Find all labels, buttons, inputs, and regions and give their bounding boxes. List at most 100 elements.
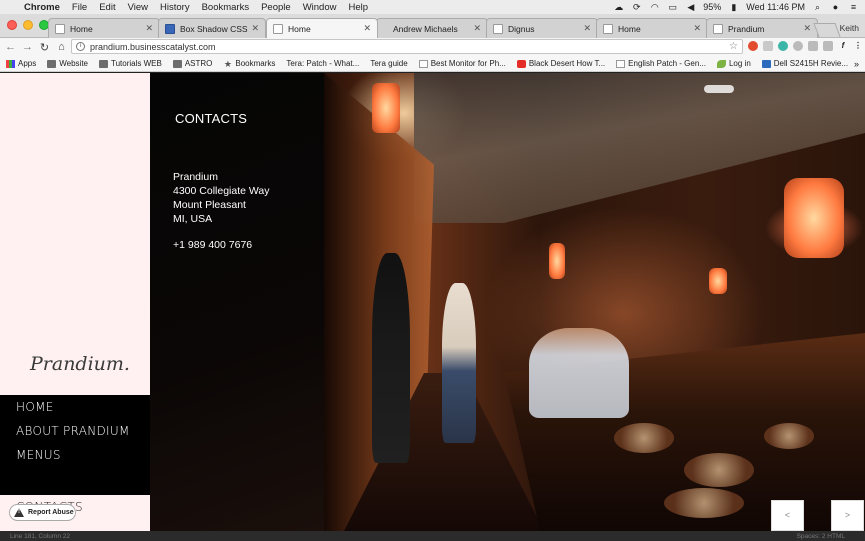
volume-icon[interactable]: ◀ (685, 2, 696, 12)
bookmark-black-desert[interactable]: Black Desert How T... (511, 59, 610, 68)
menu-window[interactable]: Window (297, 2, 343, 13)
photo-dish (614, 423, 674, 453)
close-window-button[interactable] (7, 20, 17, 30)
photo-light (709, 268, 727, 294)
menu-app-name[interactable]: Chrome (18, 2, 66, 13)
tab-box-shadow[interactable]: Box Shadow CSS Gen ✕ (158, 18, 266, 38)
menu-bookmarks[interactable]: Bookmarks (196, 2, 256, 13)
close-tab-icon[interactable]: ✕ (473, 23, 481, 34)
box-extension-icon[interactable] (823, 41, 833, 51)
tab-home-1[interactable]: Home ✕ (48, 18, 160, 38)
home-icon[interactable]: ⌂ (55, 41, 68, 53)
bookmark-label: Black Desert How T... (528, 59, 606, 68)
city: Mount Pleasant (173, 199, 246, 211)
bookmark-dell-review[interactable]: Dell S2415H Revie... (756, 59, 853, 68)
close-tab-icon[interactable]: ✕ (803, 23, 811, 34)
page-favicon (493, 23, 503, 34)
macos-menu-bar: Chrome File Edit View History Bookmarks … (0, 0, 865, 14)
bookmark-english-patch[interactable]: English Patch - Gen... (610, 59, 711, 68)
bookmark-best-monitor[interactable]: Best Monitor for Ph... (413, 59, 511, 68)
star-icon: ★ (223, 58, 232, 69)
new-tab-button[interactable] (813, 23, 841, 37)
tab-title: Home (618, 23, 641, 34)
opera-extension-icon[interactable] (748, 41, 758, 51)
sync-icon[interactable]: ⟳ (631, 2, 642, 12)
menu-history[interactable]: History (154, 2, 196, 13)
close-tab-icon[interactable]: ✕ (583, 23, 591, 34)
menu-people[interactable]: People (255, 2, 297, 13)
tab-home-active[interactable]: Home ✕ (266, 18, 378, 38)
bookmark-bookmarks[interactable]: ★ Bookmarks (217, 59, 280, 68)
nav-home[interactable]: HOME (0, 395, 150, 419)
folder-icon (47, 59, 57, 68)
clock[interactable]: Wed 11:46 PM (746, 2, 805, 12)
notification-center-icon[interactable]: ≡ (848, 2, 859, 12)
chrome-menu-icon[interactable]: ⋮ (853, 41, 863, 51)
spotlight-search-icon[interactable]: ⌕ (812, 2, 823, 12)
region: MI, USA (173, 213, 213, 225)
report-abuse-button[interactable]: Report Abuse (9, 504, 76, 521)
shield-extension-icon[interactable] (808, 41, 818, 51)
minimize-window-button[interactable] (23, 20, 33, 30)
editor-status-strip: Line 181, Column 22 Spaces: 2 HTML (0, 531, 865, 541)
url-text[interactable]: prandium.businesscatalyst.com (90, 42, 729, 52)
creative-cloud-icon[interactable]: ☁ (613, 2, 624, 12)
page-favicon (713, 23, 723, 34)
slider-prev-button[interactable]: < (771, 500, 804, 531)
menu-file[interactable]: File (66, 2, 93, 13)
tab-andrew-michaels[interactable]: Andrew Michaels ✕ (376, 18, 488, 38)
tab-home-2[interactable]: Home ✕ (596, 18, 708, 38)
photo-person (372, 253, 410, 463)
bookmark-tera-guide[interactable]: Tera guide (364, 59, 412, 68)
site-info-icon[interactable]: i (76, 42, 85, 51)
nav-menus[interactable]: MENUS (0, 443, 150, 467)
bookmark-folder-astro[interactable]: ASTRO (167, 59, 218, 68)
wifi-icon[interactable]: ◠ (649, 2, 660, 12)
tab-title: Box Shadow CSS Gen (180, 23, 248, 34)
back-arrow-icon[interactable]: ← (4, 41, 17, 53)
address-bar[interactable]: i prandium.businesscatalyst.com ☆ (71, 39, 743, 54)
bookmark-label: Best Monitor for Ph... (430, 59, 506, 68)
reload-icon[interactable]: ↻ (38, 41, 51, 54)
close-tab-icon[interactable]: ✕ (251, 23, 259, 34)
tab-dignus[interactable]: Dignus ✕ (486, 18, 598, 38)
phone-number[interactable]: +1 989 400 7676 (173, 239, 252, 251)
nav-about[interactable]: ABOUT PRANDIUM (0, 419, 150, 443)
forward-arrow-icon[interactable]: → (21, 41, 34, 53)
editor-mode: Spaces: 2 HTML (796, 532, 845, 540)
close-tab-icon[interactable]: ✕ (693, 23, 701, 34)
bookmark-folder-website[interactable]: Website (41, 59, 93, 68)
user-icon[interactable]: ● (830, 2, 841, 12)
bookmark-folder-tutorials[interactable]: Tutorials WEB (93, 59, 167, 68)
site-logo[interactable]: Prandium. (30, 353, 130, 375)
menu-help[interactable]: Help (342, 2, 374, 13)
slider-next-button[interactable]: > (831, 500, 864, 531)
cloud-extension-icon[interactable] (793, 41, 803, 51)
page-favicon (603, 23, 613, 34)
battery-icon[interactable]: ▮ (728, 2, 739, 12)
close-tab-icon[interactable]: ✕ (363, 23, 371, 34)
tab-prandium[interactable]: Prandium ✕ (706, 18, 818, 38)
tab-title: Dignus (508, 23, 535, 34)
page-favicon (55, 23, 65, 34)
menu-edit[interactable]: Edit (93, 2, 121, 13)
cast-extension-icon[interactable] (763, 41, 773, 51)
function-extension-icon[interactable]: f (838, 41, 848, 51)
close-tab-icon[interactable]: ✕ (145, 23, 153, 34)
bookmark-apps[interactable]: Apps (0, 59, 41, 68)
m-extension-icon[interactable] (778, 41, 788, 51)
photo-light (549, 243, 565, 279)
airplay-icon[interactable]: ▭ (667, 2, 678, 12)
menu-view[interactable]: View (122, 2, 154, 13)
battery-percent[interactable]: 95% (703, 2, 721, 12)
photo-dish (684, 453, 754, 487)
bookmark-label: Tera guide (370, 59, 408, 68)
bookmark-tera-patch[interactable]: Tera: Patch - What... (280, 59, 364, 68)
profile-name[interactable]: Keith (840, 23, 859, 33)
more-bookmarks-chevron[interactable]: » (854, 59, 865, 69)
bookmark-label: Log in (728, 59, 751, 68)
bookmark-star-icon[interactable]: ☆ (729, 41, 742, 52)
report-abuse-label: Report Abuse (28, 509, 74, 516)
document-icon (418, 59, 428, 68)
bookmark-log-in[interactable]: Log in (711, 59, 756, 68)
